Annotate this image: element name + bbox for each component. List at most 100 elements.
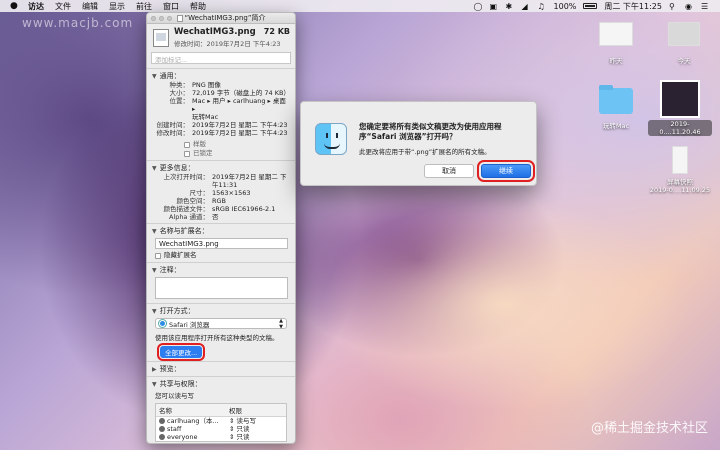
disclosure-open-icon[interactable]: ▼ [152,267,157,274]
folder-icon [599,85,633,114]
battery-percent[interactable]: 100% [554,2,577,11]
permissions-header-row: 名称 权限 [156,404,286,417]
menu-bar: ● 访达 文件 编辑 显示 前往 窗口 帮助 ◯ ▣ ✱ ◢ ♫ 100% 周二… [0,0,720,12]
spotlight-icon[interactable]: ⚲ [669,2,678,11]
png-file-icon [153,28,169,47]
open-with-hint: 使用该应用程序打开所有这种类型的文稿。 [155,334,279,342]
name-extension-header[interactable]: ▼ 名称与扩展名： [152,226,290,236]
menu-extra-icon[interactable]: ◯ [474,2,483,11]
volume-icon[interactable]: ♫ [538,2,547,11]
get-info-window: “WechatIMG3.png”简介 WechatIMG3.png 72 KB … [146,12,296,444]
section-comments: ▼ 注释： [147,262,295,303]
column-privilege[interactable]: 权限 [229,405,283,415]
disclosure-closed-icon[interactable]: ▶ [152,366,157,373]
more-info-row: 上次打开时间： 2019年7月2日 星期二 下午11:31 [163,173,287,189]
privilege-popup[interactable]: ⇕ 读与写 [229,417,283,425]
menu-window[interactable]: 窗口 [163,1,179,12]
group-icon [159,426,165,432]
permissions-table: 名称 权限 carlhuang（本... ⇕ 读与写 staff ⇕ 只读 ev… [155,403,287,442]
desktop-folder-wanzhuanmac[interactable]: 玩转Mac [592,85,640,130]
section-open-with: ▼ 打开方式： Safari 浏览器 ▲ ▼ 使用该应用程序打开所有这种类型的文稿… [147,303,295,361]
general-row: 修改时间： 2019年7月2日 星期二 下午4:23 [156,129,288,137]
user-icon [159,418,165,424]
menu-view[interactable]: 显示 [109,1,125,12]
finder-icon [315,123,347,155]
apple-menu-icon[interactable]: ● [10,1,20,11]
window-title: “WechatIMG3.png”简介 [184,14,266,22]
cancel-button[interactable]: 取消 [424,164,474,178]
battery-icon[interactable] [583,3,598,9]
section-name-extension: ▼ 名称与扩展名： WechatIMG3.png 隐藏扩展名 [147,223,295,262]
sharing-summary: 您可以读与写 [155,392,194,400]
modified-line: 修改时间：2019年7月2日 下午4:23 [174,40,281,48]
desktop-icon-today[interactable]: 今天 [660,22,708,65]
general-row: 大小： 72,019 字节（磁盘上的 74 KB） [169,89,290,97]
table-row[interactable]: carlhuang（本... ⇕ 读与写 [156,417,286,425]
zoom-button[interactable] [167,16,172,21]
locked-checkbox[interactable]: 已锁定 [184,149,290,158]
more-info-row: 尺寸： 1563×1563 [189,189,251,197]
privilege-popup[interactable]: ⇕ 只读 [229,425,283,433]
open-with-select[interactable]: Safari 浏览器 ▲ ▼ [155,317,287,330]
preview-header[interactable]: ▶ 预览： [152,364,290,374]
open-with-header[interactable]: ▼ 打开方式： [152,306,290,316]
dialog-message: 此更改将应用于带“.png”扩展名的所有文稿。 [359,148,491,156]
menu-app-finder[interactable]: 访达 [28,1,44,12]
confirm-dialog: 您确定要将所有类似文稿更改为使用应用程序“Safari 浏览器”打开吗？ 此更改… [300,101,537,186]
menu-help[interactable]: 帮助 [190,1,206,12]
juejin-watermark: @稀土掘金技术社区 [590,421,708,436]
privilege-popup[interactable]: ⇕ 只读 [229,433,283,441]
more-info-row: 颜色描述文件： sRGB IEC61966-2.1 [163,205,276,213]
comments-textarea[interactable] [155,277,288,299]
desktop-screenshot-2[interactable]: 屏幕快照 2019-0....11.09.25 [648,146,712,194]
sharing-header[interactable]: ▼ 共享与权限： [152,379,290,389]
window-controls [151,16,172,21]
disclosure-open-icon[interactable]: ▼ [152,228,157,235]
table-row[interactable]: everyone ⇕ 只读 [156,433,286,441]
file-name-field[interactable]: WechatIMG3.png [155,238,288,249]
document-icon [176,14,183,22]
siri-icon[interactable]: ◉ [685,2,694,11]
general-row: 位置： Mac ▸ 用户 ▸ carlhuang ▸ 桌面 ▸ [169,97,286,113]
menu-clock[interactable]: 周二 下午11:25 [604,1,662,12]
tags-input[interactable]: 添加标记... [151,52,291,64]
desktop-icon-yesterday[interactable]: 昨天 [592,22,640,65]
comments-header[interactable]: ▼ 注释： [152,265,290,275]
more-info-header[interactable]: ▼ 更多信息： [152,163,290,173]
disclosure-open-icon[interactable]: ▼ [152,73,157,80]
info-titlebar[interactable]: “WechatIMG3.png”简介 [147,13,295,24]
disclosure-open-icon[interactable]: ▼ [152,165,157,172]
menu-go[interactable]: 前往 [136,1,152,12]
select-arrows-icon: ▲ ▼ [279,317,283,330]
hide-extension-checkbox[interactable]: 隐藏扩展名 [155,251,290,260]
minimize-button[interactable] [159,16,164,21]
more-info-row: 颜色空间： RGB [176,197,227,205]
column-name[interactable]: 名称 [159,405,229,415]
section-general: ▼ 通用： 种类： PNG 图像 大小： 72,019 字节（磁盘上的 74 KB）… [147,68,295,160]
everyone-icon [159,434,165,440]
change-all-button[interactable]: 全部更改... [156,343,206,361]
file-name: WechatIMG3.png [174,27,256,37]
dialog-title: 您确定要将所有类似文稿更改为使用应用程序“Safari 浏览器”打开吗？ [359,122,502,141]
continue-button[interactable]: 继续 [477,160,535,182]
disclosure-open-icon[interactable]: ▼ [152,381,157,388]
disclosure-open-icon[interactable]: ▼ [152,308,157,315]
bluetooth-icon[interactable]: ✱ [506,2,515,11]
display-icon[interactable]: ▣ [490,2,499,11]
notification-center-icon[interactable]: ☰ [701,2,710,11]
wifi-icon[interactable]: ◢ [522,2,531,11]
safari-icon [159,320,166,327]
table-row[interactable]: staff ⇕ 只读 [156,425,286,433]
close-button[interactable] [151,16,156,21]
file-size: 72 KB [263,27,290,36]
menu-file[interactable]: 文件 [55,1,71,12]
stationery-checkbox[interactable]: 样版 [184,140,290,149]
stack-thumbnail [599,22,633,46]
general-row: 玩转Mac [192,113,219,121]
stack-icon [668,22,700,46]
more-info-row: Alpha 通道：否 [168,213,219,221]
menu-edit[interactable]: 编辑 [82,1,98,12]
desktop-screenshot-1[interactable]: 2019-0....11.20.46 [648,80,712,136]
general-row: 创建时间： 2019年7月2日 星期二 下午4:23 [156,121,288,129]
general-header[interactable]: ▼ 通用： [152,71,290,81]
